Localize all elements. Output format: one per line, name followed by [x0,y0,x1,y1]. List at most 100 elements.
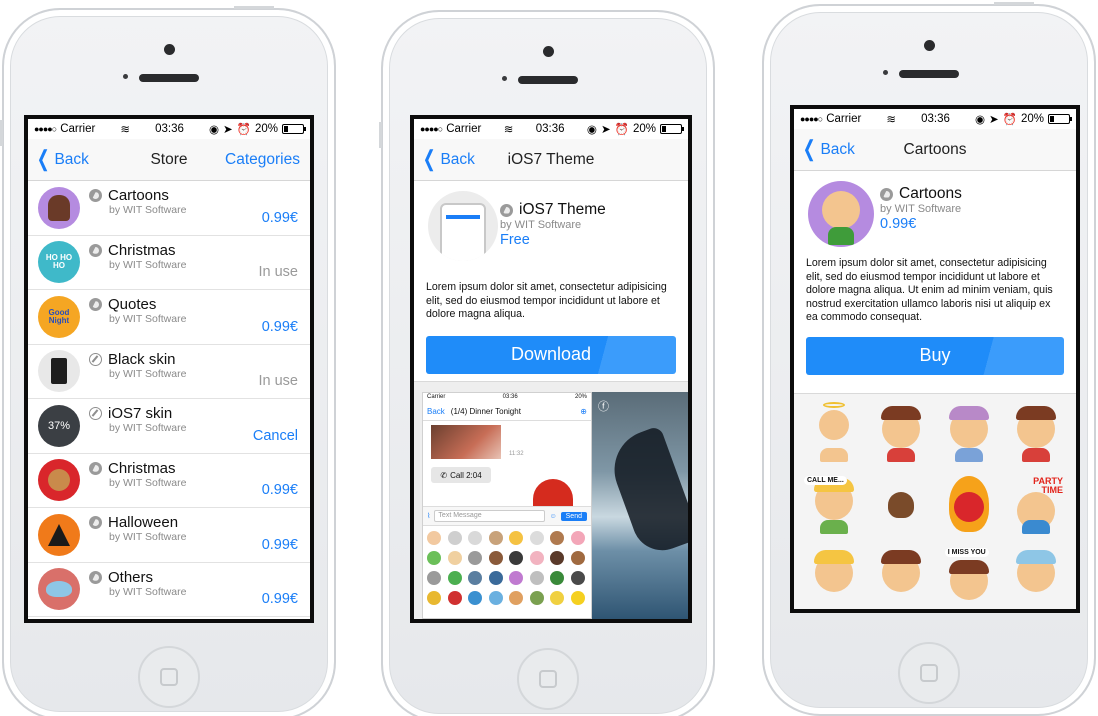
item-author: by WIT Software [109,367,187,380]
product-author: by WIT Software [500,219,582,231]
preview-input: Text Message [434,510,546,522]
sticker-i-miss-you: I MISS YOU [939,548,999,606]
status-label: In use [258,373,299,389]
product-price: 0.99€ [880,216,917,232]
emoji-icon [468,591,482,605]
categories-button[interactable]: Categories [225,151,300,169]
halloween-thumbnail [38,513,80,556]
preview-input-bar: ⌇ Text Message ☺ Send [423,506,591,526]
others-thumbnail [38,568,80,611]
badge-icon [89,516,102,530]
product-header: Cartoons by WIT Software 0.99€ [794,171,1076,247]
emoji-icon [447,571,462,585]
earpiece-speaker [518,76,578,84]
sticker-devil [939,476,999,534]
item-name: Others [108,568,154,586]
back-button[interactable]: ❮ Back [800,137,855,160]
chevron-left-icon: ❮ [422,145,436,171]
list-item[interactable]: Good Night Quotes by WIT Software 0.99€ [28,290,310,345]
carrier-label: Carrier [446,123,482,135]
emoji-icon [468,551,482,565]
emoji-icon [550,551,564,565]
list-item[interactable]: Black skin by WIT Software In use [28,345,310,399]
download-button[interactable]: Download [426,335,676,374]
emoji-icon [529,571,544,585]
sticker-angry-boy [804,548,864,606]
thumbnail-text: Good Night [48,307,70,325]
item-author: by WIT Software [109,585,187,598]
emoji-icon [509,591,523,605]
item-name: Black skin [108,350,176,368]
list-item[interactable]: Halloween by WIT Software 0.99€ [28,508,310,563]
earpiece-speaker [899,70,959,78]
buy-button[interactable]: Buy [806,336,1064,375]
phone-cartoons-detail: ●●●●○ Carrier ≋ 03:36 ◉ ➤ ⏰ 20% ❮ Back C… [762,2,1096,716]
sticker-peek [533,479,573,507]
emoji-grid [427,531,587,605]
emoji-icon [529,531,544,545]
compass-icon [89,407,102,421]
proximity-sensor [123,74,128,79]
list-item[interactable]: Others by WIT Software 0.99€ [28,563,310,617]
volume-button [379,122,382,148]
price-button[interactable]: 0.99€ [262,537,298,553]
theme-thumbnail [428,191,498,261]
compass-icon [89,352,102,366]
carrier-label: Carrier [60,123,96,135]
signal-icon: ●●●●○ [34,124,57,134]
list-item[interactable]: Christmas by WIT Software 0.99€ [28,454,310,508]
preview-timestamp: 11:32 [509,451,524,457]
preview-title: (1/4) Dinner Tonight [450,407,521,416]
alarm-icon: ⏰ [1002,114,1017,126]
battery-percent: 20% [1020,113,1044,125]
status-label: In use [258,264,299,280]
emoji-icon [488,591,503,605]
home-button[interactable] [517,648,579,710]
sticker-party: PARTY TIME [1007,476,1067,534]
cartoons-thumbnail [38,186,80,229]
sticker-angry-girl [872,404,932,462]
volume-button [0,120,3,146]
battery-icon [281,124,306,134]
status-bar: ●●●●○ Carrier ≋ 03:36 ◉ ➤ ⏰ 20% [794,109,1076,129]
wifi-icon: ≋ [503,124,514,136]
battery-fill [283,126,288,132]
alarm-icon: ⏰ [236,124,251,136]
item-author: by WIT Software [109,258,187,271]
store-list: Cartoons by WIT Software 0.99€ HO HO HO … [28,181,310,617]
preview-nav: Back (1/4) Dinner Tonight ⊕ [423,403,591,421]
item-name: Halloween [108,514,179,532]
clock: 03:36 [921,113,950,125]
battery-percent: 20% [632,123,656,135]
emoji-icon [447,531,462,545]
emoji-icon [488,531,503,545]
preview-back: Back [427,407,445,416]
price-button[interactable]: 0.99€ [262,482,298,498]
home-button[interactable] [898,642,960,704]
emoji-icon [427,551,441,565]
back-button[interactable]: ❮ Back [34,147,89,170]
list-item[interactable]: HO HO HO Christmas by WIT Software In us… [28,236,310,290]
emoji-icon [550,531,564,545]
home-button[interactable] [138,646,200,708]
emoji-icon [550,591,564,605]
christmas-thumbnail: HO HO HO [38,241,80,284]
price-button[interactable]: 0.99€ [262,210,298,226]
emoji-icon [468,571,482,585]
item-author: by WIT Software [109,476,187,489]
sticker-grandma [939,404,999,462]
price-button[interactable]: 0.99€ [262,591,298,607]
chat-preview: Carrier 03:36 20% Back (1/4) Dinner Toni… [422,392,592,619]
cancel-button[interactable]: Cancel [253,428,298,444]
earpiece-speaker [139,74,199,82]
sticker-text: PARTY TIME [1033,476,1063,495]
list-item[interactable]: 37% iOS7 skin by WIT Software Cancel [28,399,310,454]
power-button [234,6,274,9]
black-skin-thumbnail [38,350,80,393]
badge-icon [89,243,102,257]
item-author: by WIT Software [109,422,187,435]
back-button[interactable]: ❮ Back [420,145,475,171]
lock-rotation-icon: ◉ [208,124,219,136]
list-item[interactable]: Cartoons by WIT Software 0.99€ [28,181,310,236]
price-button[interactable]: 0.99€ [262,319,298,335]
